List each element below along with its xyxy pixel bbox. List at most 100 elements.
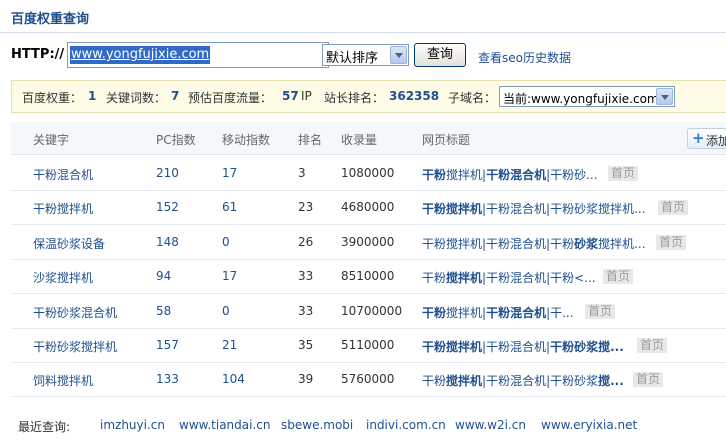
- url-input[interactable]: www.yongfujixie.com: [67, 42, 329, 68]
- mobile-index-value[interactable]: 0: [222, 304, 230, 318]
- table-header: 关键字 PC指数 移动指数 排名 收录量 网页标题 + 添加: [11, 122, 726, 155]
- protocol-label: HTTP://: [11, 47, 65, 62]
- title-segment: |干粉混合机|干粉<...: [482, 271, 596, 286]
- title-segment: 干粉: [422, 305, 447, 320]
- title-segment: 搅...: [598, 374, 624, 389]
- keyword-link[interactable]: 保温砂浆设备: [33, 235, 105, 252]
- query-button[interactable]: 查询: [414, 43, 466, 67]
- keyword-link[interactable]: 沙浆搅拌机: [33, 269, 93, 286]
- recent-link[interactable]: www.eryixia.net: [541, 418, 637, 432]
- keyword-link[interactable]: 干粉搅拌机: [33, 200, 93, 217]
- traffic-value: 57: [282, 89, 299, 103]
- table-row: 沙浆搅拌机 94 17 33 8510000 干粉搅拌机|干粉混合机|干粉<... 首页: [11, 260, 726, 295]
- header-rank: 排名: [298, 133, 323, 147]
- pc-index-value[interactable]: 210: [156, 166, 179, 180]
- title-segment: |干粉砂...: [546, 168, 598, 182]
- recent-link[interactable]: imzhuyi.cn: [100, 418, 165, 432]
- rank-value: 3: [298, 166, 306, 180]
- title-segment: 搅拌机|: [446, 305, 487, 320]
- page-title-link[interactable]: 干粉搅拌机|干粉混合机|干粉砂浆搅...: [422, 338, 624, 355]
- plus-icon: +: [692, 129, 705, 147]
- header-pc-index: PC指数: [156, 133, 196, 147]
- pc-index-value[interactable]: 148: [156, 235, 179, 249]
- pc-index-value[interactable]: 152: [156, 200, 179, 214]
- keyword-link[interactable]: 干粉砂浆搅拌机: [33, 338, 117, 355]
- mobile-index-value[interactable]: 21: [222, 338, 237, 352]
- traffic-unit: IP: [301, 89, 312, 103]
- chevron-down-icon[interactable]: [656, 88, 673, 105]
- page-title-link[interactable]: 干粉搅拌机|干粉混合机|干...: [422, 304, 574, 321]
- header-mobile-index: 移动指数: [222, 133, 271, 147]
- table-row: 干粉混合机 210 17 3 1080000 干粉搅拌机|干粉混合机|干粉砂... 首页: [11, 157, 726, 191]
- mobile-index-value[interactable]: 17: [222, 166, 237, 180]
- sort-select[interactable]: 默认排序: [322, 44, 409, 66]
- mobile-index-value[interactable]: 104: [222, 372, 245, 386]
- title-segment: 干粉搅拌机: [422, 202, 483, 217]
- recent-link[interactable]: www.w2i.cn: [455, 418, 526, 432]
- recent-link[interactable]: indivi.com.cn: [366, 418, 446, 432]
- chevron-down-icon[interactable]: [390, 46, 407, 64]
- mobile-index-value[interactable]: 17: [222, 269, 237, 283]
- subdomain-select[interactable]: 当前:www.yongfujixie.com: [499, 86, 675, 107]
- title-segment: |干粉混合机|: [482, 340, 551, 354]
- url-input-value: www.yongfujixie.com: [70, 46, 211, 64]
- pc-index-value[interactable]: 133: [156, 372, 179, 386]
- home-page-badge: 首页: [603, 269, 634, 285]
- pc-index-value[interactable]: 157: [156, 338, 179, 352]
- title-segment: 搅拌机|: [446, 168, 487, 182]
- rank-value: 33: [298, 269, 314, 284]
- add-button[interactable]: + 添加: [687, 128, 726, 149]
- seo-history-link[interactable]: 查看seo历史数据: [478, 49, 571, 66]
- keyword-link[interactable]: 干粉混合机: [33, 166, 93, 183]
- alexa-label: 站长排名：: [324, 91, 385, 105]
- pc-index-value[interactable]: 94: [156, 269, 171, 283]
- add-button-label: 添加: [706, 134, 726, 148]
- home-page-badge: 首页: [608, 166, 639, 181]
- sort-select-value: 默认排序: [326, 51, 379, 66]
- recent-link[interactable]: www.tiandai.cn: [179, 418, 270, 432]
- pc-index-value[interactable]: 58: [156, 304, 171, 318]
- page-title-link[interactable]: 干粉搅拌机|干粉混合机|干粉砂浆搅...: [422, 372, 624, 389]
- keywords-label: 关键词数：: [106, 91, 167, 105]
- mobile-index-value[interactable]: 61: [222, 200, 237, 214]
- title-segment: 干粉搅拌机|干粉混合机|干粉: [422, 236, 575, 251]
- table-row: 保温砂浆设备 148 0 26 3900000 干粉搅拌机|干粉混合机|干粉砂浆搅拌机..…: [11, 226, 726, 260]
- page-title-link[interactable]: 干粉搅拌机|干粉混合机|干粉<...: [422, 269, 596, 286]
- rank-value: 23: [298, 200, 314, 215]
- title-segment: 干粉搅拌机: [422, 340, 483, 354]
- title-segment: 干粉混合机: [486, 305, 547, 320]
- rank-value: 35: [298, 338, 314, 352]
- title-segment: |干...: [546, 305, 574, 320]
- title-segment: |干粉混合机|干粉砂浆搅拌机...: [482, 202, 646, 217]
- page-title: 百度权重查询: [11, 12, 90, 27]
- rank-value: 33: [298, 303, 314, 318]
- indexed-count-value: 10700000: [341, 303, 403, 318]
- title-segment: 干粉: [422, 168, 447, 182]
- alexa-value: 362358: [389, 89, 440, 103]
- home-page-badge: 首页: [637, 338, 668, 353]
- rank-value: 39: [298, 372, 314, 387]
- title-segment: 搅拌机: [446, 271, 483, 286]
- search-row: HTTP:// www.yongfujixie.com 默认排序 查询 查看se…: [11, 42, 726, 68]
- table-row: 干粉砂浆搅拌机 157 21 35 5110000 干粉搅拌机|干粉混合机|干粉砂浆搅..…: [11, 329, 726, 363]
- indexed-count-value: 8510000: [341, 269, 395, 284]
- header-count: 收录量: [341, 133, 378, 147]
- subdomain-select-value: 当前:www.yongfujixie.com: [503, 92, 659, 106]
- traffic-label: 预估百度流量：: [188, 91, 273, 105]
- page-title-link[interactable]: 干粉搅拌机|干粉混合机|干粉砂浆搅拌机...: [422, 235, 646, 252]
- indexed-count-value: 1080000: [341, 166, 395, 180]
- table-row: 干粉砂浆混合机 58 0 33 10700000 干粉搅拌机|干粉混合机|干... 首页: [11, 295, 726, 329]
- indexed-count-value: 5760000: [341, 372, 395, 387]
- home-page-badge: 首页: [633, 372, 664, 388]
- weight-value: 1: [88, 89, 97, 103]
- recent-link[interactable]: sbewe.mobi: [281, 418, 353, 432]
- mobile-index-value[interactable]: 0: [222, 235, 230, 249]
- recent-queries: 最近查询: imzhuyi.cn www.tiandai.cn sbewe.mo…: [18, 418, 726, 436]
- home-page-badge: 首页: [658, 200, 689, 216]
- keyword-link[interactable]: 饲料搅拌机: [33, 372, 93, 389]
- home-page-badge: 首页: [585, 303, 616, 319]
- title-segment: 搅拌机: [446, 374, 483, 389]
- keyword-link[interactable]: 干粉砂浆混合机: [33, 304, 117, 321]
- page-title-link[interactable]: 干粉搅拌机|干粉混合机|干粉砂...: [422, 166, 598, 183]
- page-title-link[interactable]: 干粉搅拌机|干粉混合机|干粉砂浆搅拌机...: [422, 200, 646, 217]
